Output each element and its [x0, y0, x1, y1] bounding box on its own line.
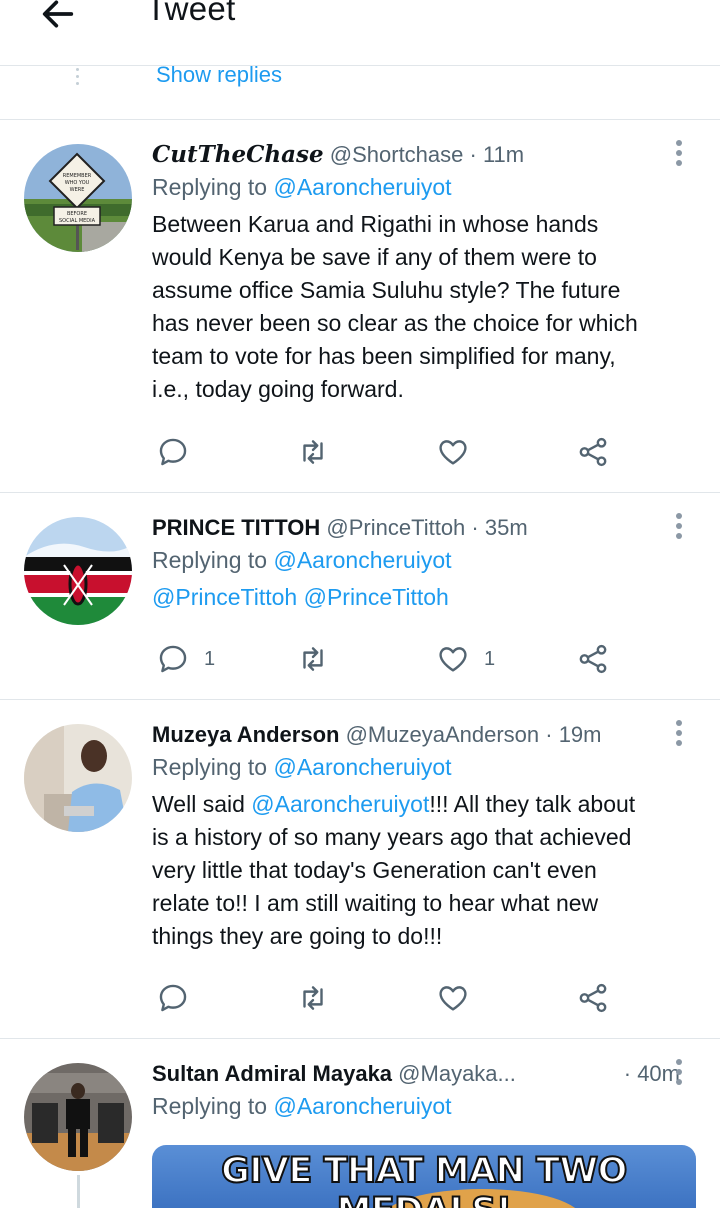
like-button[interactable]: 1: [436, 639, 495, 679]
tweet-body: Well said @Aaroncheruiyot!!! All they ta…: [152, 791, 636, 949]
timestamp[interactable]: · 40m: [624, 1059, 680, 1089]
retweet-icon: [303, 986, 323, 1010]
page-title: Tweet: [146, 0, 236, 27]
tweet-body[interactable]: @PrinceTittoh @PrinceTittoh: [152, 581, 690, 614]
tweet-header: Sultan Admiral Mayaka @Mayaka... · 40m: [152, 1059, 690, 1089]
tweet[interactable]: PRINCE TITTOH @PrinceTittoh · 35m Replyi…: [0, 493, 720, 700]
replying-to: Replying to @Aaroncheruiyot: [152, 174, 452, 200]
share-button[interactable]: [576, 639, 610, 679]
tweet-header: PRINCE TITTOH @PrinceTittoh · 35m: [152, 513, 690, 543]
avatar-image: [24, 724, 132, 832]
avatar[interactable]: [24, 724, 132, 832]
retweet-icon: [303, 647, 323, 671]
tweet[interactable]: Muzeya Anderson @MuzeyaAnderson · 19m Re…: [0, 700, 720, 1039]
mention-link[interactable]: @Aaroncheruiyot: [273, 174, 451, 200]
media-caption: GIVE THAT MAN TWO MEDALS!: [220, 1150, 628, 1208]
tweet-actions: [152, 432, 632, 472]
display-name[interactable]: Muzeya Anderson: [152, 722, 339, 747]
show-replies-link[interactable]: Show replies: [156, 62, 282, 88]
more-options-icon[interactable]: [676, 1059, 684, 1089]
display-name[interactable]: CutTheChase: [152, 141, 324, 168]
tweet-header: Muzeya Anderson @MuzeyaAnderson · 19m: [152, 720, 690, 750]
retweet-button[interactable]: [296, 978, 330, 1018]
avatar[interactable]: [24, 1063, 132, 1171]
retweet-button[interactable]: [296, 432, 330, 472]
top-app-bar: Tweet: [0, 0, 720, 66]
reply-button[interactable]: [156, 978, 190, 1018]
mention-link[interactable]: @Aaroncheruiyot: [273, 754, 451, 780]
like-count: 1: [484, 647, 496, 670]
reply-icon: [159, 984, 187, 1012]
thread-dots: [76, 68, 80, 89]
mention-link[interactable]: @Aaroncheruiyot: [273, 1093, 451, 1119]
share-button[interactable]: [576, 432, 610, 472]
reply-icon: [159, 438, 187, 466]
svg-text:BEFORE: BEFORE: [67, 211, 87, 217]
more-options-icon[interactable]: [676, 513, 684, 543]
svg-text:SOCIAL MEDIA: SOCIAL MEDIA: [59, 218, 96, 224]
tweet-body: Between Karua and Rigathi in whose hands…: [152, 211, 638, 402]
display-name[interactable]: PRINCE TITTOH: [152, 515, 320, 540]
like-button[interactable]: [436, 432, 470, 472]
avatar[interactable]: REMEMBER WHO YOU WERE BEFORE SOCIAL MEDI…: [24, 144, 132, 252]
share-icon: [579, 983, 607, 1013]
tweet-actions: [152, 978, 632, 1018]
user-handle[interactable]: @MuzeyaAnderson: [346, 722, 540, 747]
tweet-header: CutTheChase @Shortchase · 11m: [152, 140, 690, 170]
more-options-icon[interactable]: [676, 140, 684, 170]
user-handle[interactable]: @Mayaka...: [398, 1061, 516, 1086]
show-replies-row: Show replies: [0, 62, 720, 120]
like-button[interactable]: [436, 978, 470, 1018]
reply-button[interactable]: [156, 432, 190, 472]
avatar-image: [24, 517, 132, 625]
reply-button[interactable]: 1: [156, 639, 215, 679]
user-handle[interactable]: @Shortchase: [330, 142, 464, 167]
share-icon: [579, 437, 607, 467]
back-button[interactable]: [36, 0, 80, 34]
timestamp[interactable]: · 35m: [471, 515, 527, 540]
share-icon: [579, 644, 607, 674]
thread-line: [77, 1175, 80, 1208]
svg-text:WERE: WERE: [70, 187, 85, 193]
tweet-media-image[interactable]: GIVE THAT MAN TWO MEDALS!: [152, 1145, 696, 1208]
arrow-left-icon: [42, 0, 74, 28]
timestamp[interactable]: · 19m: [545, 722, 601, 747]
retweet-icon: [303, 440, 323, 464]
timestamp[interactable]: · 11m: [470, 142, 525, 167]
more-options-icon[interactable]: [676, 720, 684, 750]
replying-to: Replying to @Aaroncheruiyot: [152, 547, 452, 573]
tweet-actions: 1 1: [152, 639, 632, 679]
svg-text:REMEMBER: REMEMBER: [63, 173, 92, 179]
heart-icon: [439, 986, 467, 1011]
retweet-button[interactable]: [296, 639, 330, 679]
replying-to: Replying to @Aaroncheruiyot: [152, 1093, 452, 1119]
avatar[interactable]: [24, 517, 132, 625]
reply-icon: [159, 645, 187, 673]
share-button[interactable]: [576, 978, 610, 1018]
reply-count: 1: [204, 647, 216, 670]
mention-link[interactable]: @Aaroncheruiyot: [251, 791, 429, 817]
heart-icon: [439, 440, 467, 465]
display-name[interactable]: Sultan Admiral Mayaka: [152, 1061, 392, 1086]
heart-icon: [439, 647, 467, 672]
tweet[interactable]: REMEMBER WHO YOU WERE BEFORE SOCIAL MEDI…: [0, 120, 720, 493]
replying-to: Replying to @Aaroncheruiyot: [152, 754, 452, 780]
user-handle[interactable]: @PrinceTittoh: [326, 515, 465, 540]
svg-text:WHO YOU: WHO YOU: [65, 180, 90, 186]
avatar-image: [24, 1063, 132, 1171]
avatar-image: REMEMBER WHO YOU WERE BEFORE SOCIAL MEDI…: [24, 144, 132, 252]
mention-link[interactable]: @Aaroncheruiyot: [273, 547, 451, 573]
